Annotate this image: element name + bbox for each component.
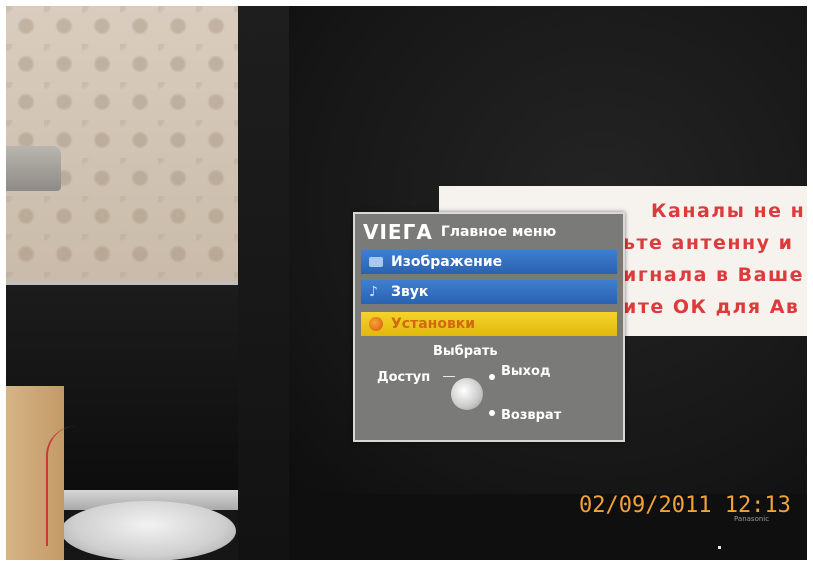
warning-line-4: ите ОК для Ав (623, 296, 800, 318)
wall-lamp (6, 146, 61, 191)
menu-item-label: Установки (391, 316, 476, 332)
nav-exit-label: Выход (501, 364, 551, 379)
viera-logo: VIEГA (363, 220, 433, 244)
tv-brand: Panasonic (734, 515, 770, 523)
photo: Каналы не н ьте антенну и игнала в Ваше … (6, 6, 807, 560)
warning-line-1: Каналы не н (651, 200, 806, 222)
nav-access-label: Доступ (377, 370, 431, 385)
nav-select-label: Выбрать (433, 344, 498, 359)
menu-title: Главное меню (440, 224, 557, 240)
menu-header: VIEГA Главное меню (363, 220, 556, 244)
menu-item-label: Звук (391, 284, 429, 300)
warning-line-2: ьте антенну и (623, 232, 794, 254)
tv-power-led (718, 546, 721, 549)
menu-item-setup[interactable]: Установки (361, 312, 617, 336)
nav-line (443, 376, 455, 377)
menu-item-sound[interactable]: ♪ Звук (361, 280, 617, 304)
menu-item-label: Изображение (391, 254, 503, 270)
cable (46, 426, 88, 546)
setup-icon (369, 317, 383, 331)
dpad-icon (451, 378, 483, 410)
return-dot-icon (489, 410, 495, 416)
music-note-icon: ♪ (369, 284, 378, 300)
picture-icon (369, 257, 383, 267)
menu-item-picture[interactable]: Изображение (361, 250, 617, 274)
nav-return-label: Возврат (501, 408, 562, 423)
exit-dot-icon (489, 374, 495, 380)
main-menu: VIEГA Главное меню Изображение ♪ Звук Ус… (353, 212, 625, 442)
warning-line-3: игнала в Ваше (623, 264, 805, 286)
